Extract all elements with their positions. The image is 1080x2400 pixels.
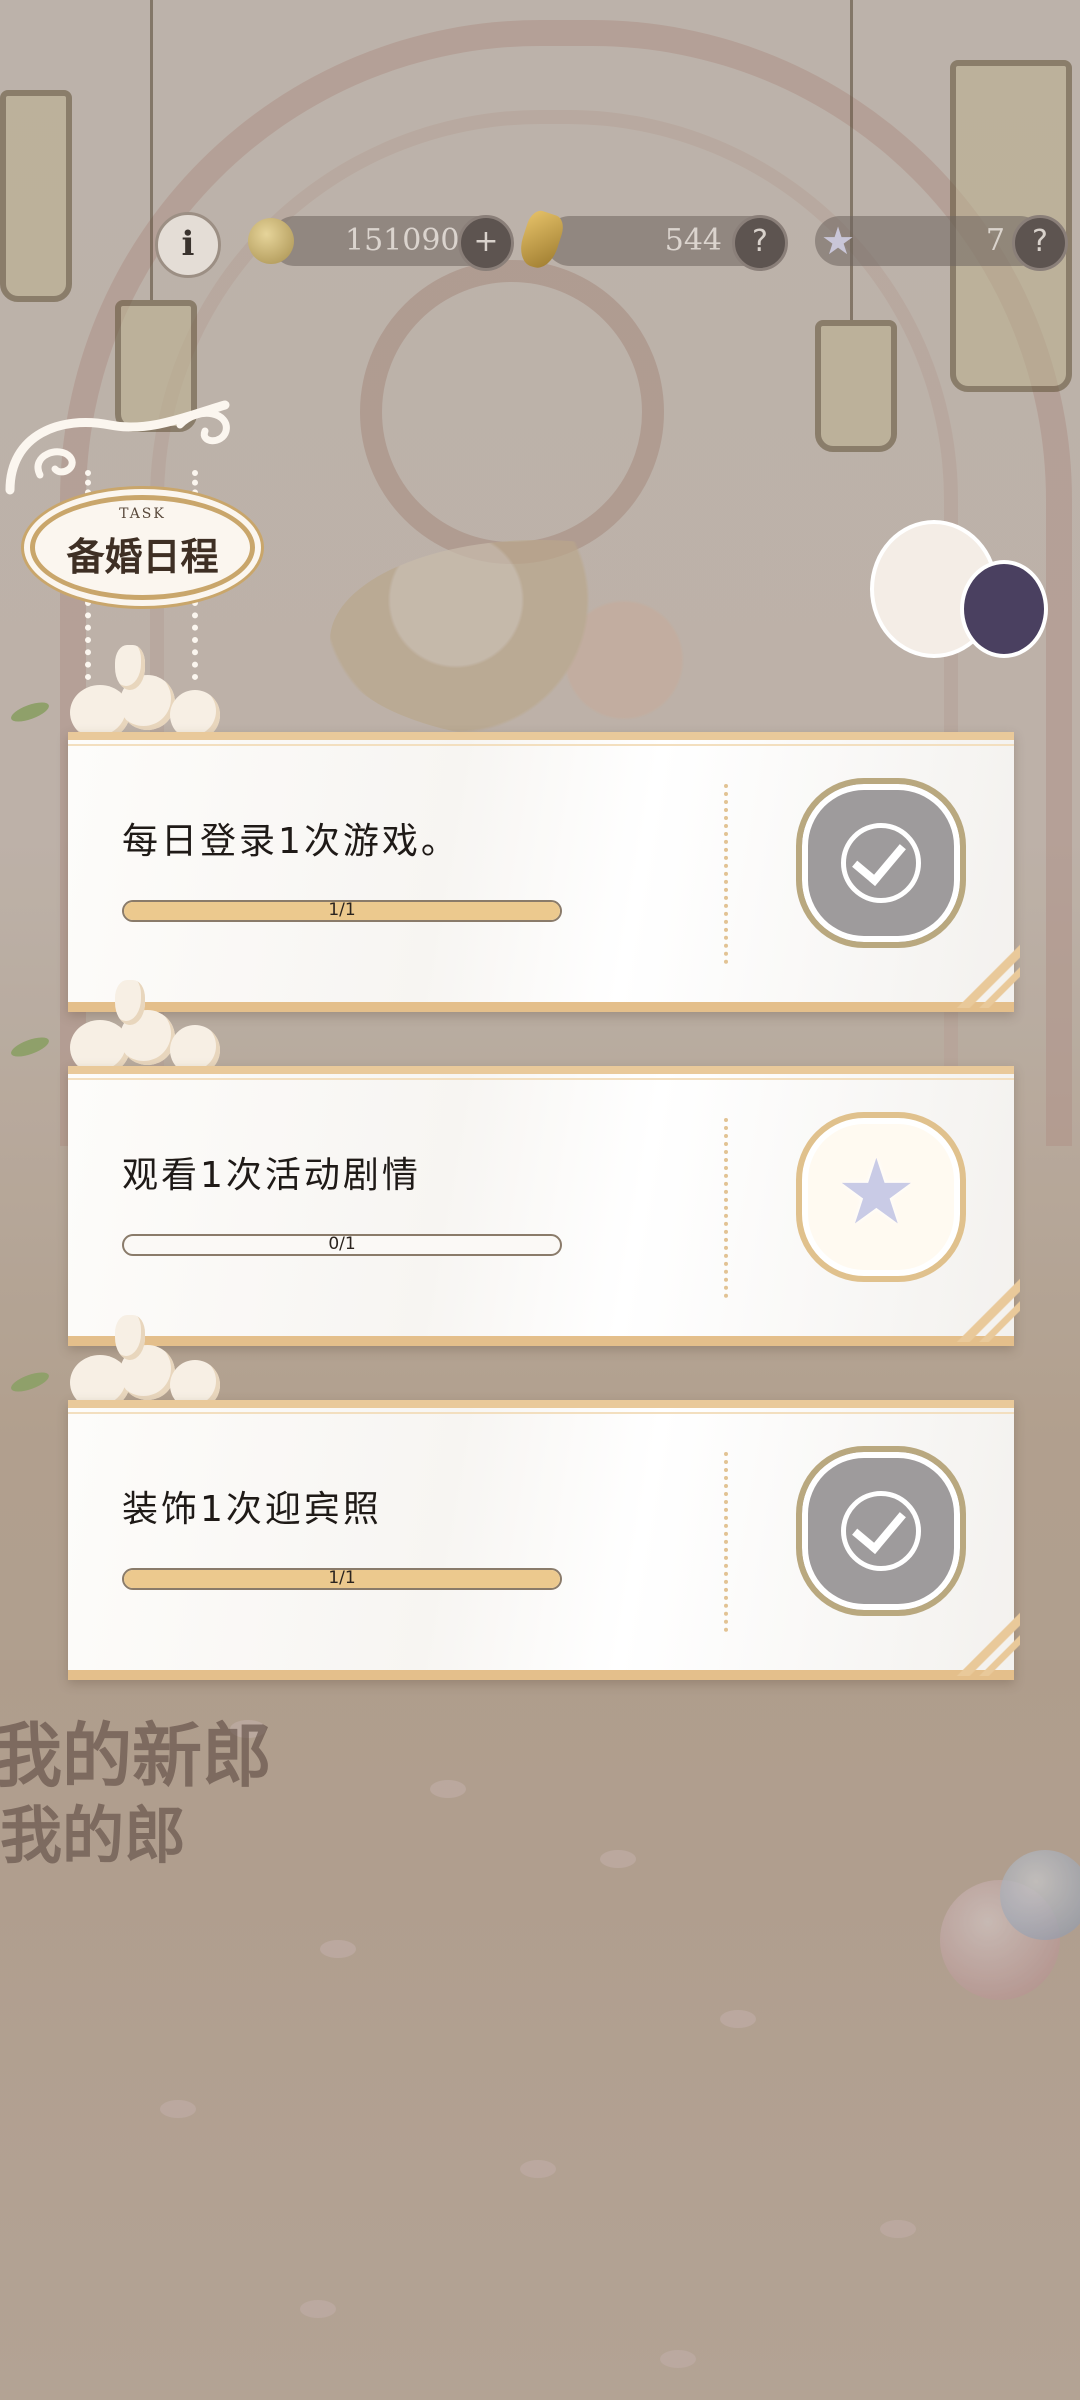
add-gold-button[interactable]: + [458, 215, 514, 271]
task-progress-text: 1/1 [328, 900, 356, 920]
card-corner-ornament [940, 1262, 1020, 1342]
info-icon: i [181, 224, 195, 264]
card-corner-ornament [940, 1596, 1020, 1676]
task-progress-bar: 1/1 [122, 1568, 562, 1590]
star-value: 7 [985, 223, 1005, 258]
star-crystal-icon: ★ [836, 1140, 917, 1245]
chibi-groom-face [960, 560, 1048, 658]
task-progress-text: 1/1 [328, 1568, 356, 1588]
question-icon: ? [752, 224, 768, 259]
task-card[interactable]: 每日登录1次游戏。 1/1 [68, 732, 1020, 1012]
check-icon [841, 1491, 921, 1571]
gold-value: 151090 [345, 223, 460, 258]
task-progress-text: 0/1 [328, 1234, 356, 1254]
card-divider [724, 1452, 728, 1632]
card-divider [724, 1118, 728, 1298]
crystal-value: 544 [664, 223, 722, 258]
chibi-couple-avatar[interactable] [870, 520, 1048, 670]
task-card[interactable]: 观看1次活动剧情 0/1 ★ [68, 1066, 1020, 1346]
task-panel-sign: TASK 备婚日程 [30, 495, 255, 600]
ornamental-scroll-bracket [5, 400, 230, 495]
check-icon [841, 823, 921, 903]
sign-chain [85, 470, 91, 505]
info-button[interactable]: i [155, 212, 221, 278]
star-help-button[interactable]: ? [1012, 215, 1068, 271]
star-icon: ★ [820, 219, 856, 263]
crystal-help-button[interactable]: ? [732, 215, 788, 271]
task-title: 观看1次活动剧情 [122, 1155, 421, 1196]
task-title: 装饰1次迎宾照 [122, 1489, 382, 1530]
question-icon: ? [1032, 224, 1048, 259]
task-title: 每日登录1次游戏。 [122, 821, 460, 862]
card-divider [724, 784, 728, 964]
task-reward-badge[interactable]: ★ [796, 1112, 966, 1282]
task-reward-claimed-badge[interactable] [796, 778, 966, 948]
plus-icon: + [473, 224, 499, 259]
task-reward-claimed-badge[interactable] [796, 1446, 966, 1616]
task-progress-bar: 1/1 [122, 900, 562, 922]
task-card[interactable]: 装饰1次迎宾照 1/1 [68, 1400, 1020, 1680]
task-panel-subtitle: TASK [119, 506, 166, 522]
task-progress-bar: 0/1 [122, 1234, 562, 1256]
card-corner-ornament [940, 928, 1020, 1008]
task-panel-title: 备婚日程 [66, 534, 219, 579]
gold-coin-icon [248, 218, 294, 264]
